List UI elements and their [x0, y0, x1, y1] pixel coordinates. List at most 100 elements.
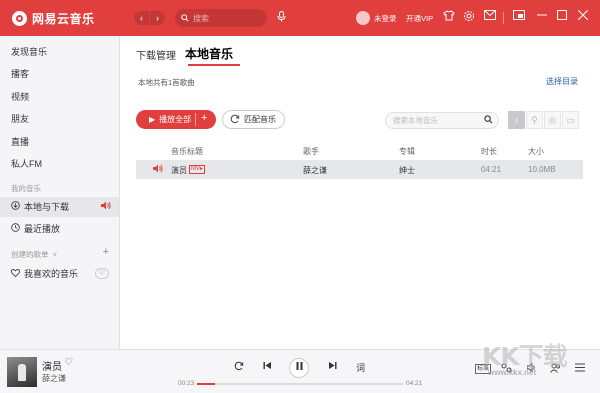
disc-icon: ◎	[548, 115, 557, 125]
sidebar-item-video[interactable]: 视频	[0, 87, 119, 107]
music-note-icon: ♪	[514, 115, 519, 125]
miniplayer-icon[interactable]	[512, 10, 526, 24]
sidebar-group-label: 创建的歌单	[11, 250, 49, 259]
app-logo[interactable]: 网易云音乐	[12, 10, 95, 27]
sidebar-item-label: 朋友	[11, 114, 30, 124]
microphone-icon[interactable]	[277, 11, 286, 25]
view-albums-button[interactable]: ◎	[544, 111, 561, 129]
app-title: 网易云音乐	[32, 12, 95, 26]
table-row[interactable]: 演员 MV▸ 薛之谦 绅士 04:21 10.0MB	[136, 160, 583, 179]
folder-icon: ▭	[566, 115, 575, 125]
chevron-down-icon[interactable]: ˅	[53, 250, 57, 259]
elapsed-time: 00:23	[178, 380, 195, 387]
next-icon[interactable]	[328, 361, 337, 373]
play-all-label: 播放全部	[159, 115, 192, 124]
maximize-icon[interactable]	[555, 10, 569, 24]
sidebar-group-my-music: 我的音乐	[11, 184, 41, 193]
speaker-icon	[153, 164, 163, 175]
sidebar-item-liked[interactable]: 我喜欢的音乐 ♡	[0, 264, 119, 284]
sidebar-item-label: 本地与下载	[24, 202, 70, 212]
search-icon[interactable]	[484, 115, 493, 126]
chevron-right-icon: ›	[156, 13, 159, 23]
chevron-left-icon: ‹	[140, 13, 143, 23]
sidebar-item-local-download[interactable]: 本地与下载	[0, 197, 119, 217]
sidebar-group-created: 创建的歌单 ˅	[11, 249, 57, 260]
like-icon[interactable]: ♡	[64, 357, 73, 368]
sidebar-item-friends[interactable]: 朋友	[0, 109, 119, 129]
play-all-divider	[195, 113, 196, 126]
song-duration: 04:21	[481, 165, 502, 174]
tab-local-music[interactable]: 本地音乐	[185, 45, 233, 62]
login-link[interactable]: 未登录	[374, 13, 397, 24]
title-bar: 网易云音乐 ‹ › 未登录 开通VIP	[0, 0, 600, 36]
progress-bar[interactable]	[197, 383, 403, 385]
search-icon	[181, 14, 189, 22]
song-album[interactable]: 绅士	[399, 165, 415, 176]
column-header-size[interactable]: 大小	[528, 146, 544, 157]
song-title: 演员	[171, 166, 187, 175]
play-all-button[interactable]: ▶ 播放全部 +	[136, 110, 216, 129]
sidebar-item-label: 视频	[11, 92, 30, 102]
sidebar-item-podcast[interactable]: 播客	[0, 64, 119, 84]
sidebar-item-fm[interactable]: 私人FM	[0, 154, 119, 174]
progress-fill	[197, 383, 216, 385]
play-icon: ▶	[149, 115, 156, 124]
refresh-icon	[230, 114, 240, 126]
create-playlist-button[interactable]: +	[103, 246, 109, 258]
add-to-queue-icon[interactable]: +	[201, 112, 207, 124]
sidebar-item-live[interactable]: 直播	[0, 132, 119, 152]
now-playing-artist[interactable]: 薛之谦	[42, 373, 66, 384]
view-artists-button[interactable]: ⚲	[526, 111, 543, 129]
loop-icon[interactable]	[234, 361, 244, 374]
heartbeat-mode-button[interactable]: ♡	[95, 268, 109, 279]
song-artist[interactable]: 薛之谦	[303, 165, 327, 176]
sidebar-item-label: 私人FM	[11, 159, 42, 169]
column-header-duration[interactable]: 时长	[481, 146, 497, 157]
view-songs-button[interactable]: ♪	[508, 111, 525, 129]
global-search[interactable]	[175, 9, 267, 27]
titlebar-divider	[503, 12, 504, 24]
vip-link[interactable]: 开通VIP	[406, 13, 433, 24]
watermark-url: www.kkx.net	[488, 368, 537, 377]
local-search[interactable]	[385, 112, 499, 129]
tab-download-manager[interactable]: 下载管理	[136, 47, 176, 62]
now-playing-title[interactable]: 演员	[42, 358, 62, 373]
netease-logo-icon	[12, 11, 27, 26]
mail-icon[interactable]	[483, 10, 497, 24]
active-tab-indicator	[188, 64, 240, 66]
previous-icon[interactable]	[263, 361, 272, 373]
cover-figure	[18, 364, 26, 381]
pause-button[interactable]	[289, 358, 309, 378]
view-folders-button[interactable]: ▭	[562, 111, 579, 129]
album-cover[interactable]	[7, 357, 37, 387]
download-icon	[11, 197, 20, 217]
sidebar-item-recent[interactable]: 最近播放	[0, 219, 119, 239]
back-button[interactable]: ‹	[134, 11, 149, 25]
local-search-input[interactable]	[393, 116, 481, 125]
choose-directory-link[interactable]: 选择目录	[546, 76, 578, 87]
playlist-icon[interactable]	[575, 363, 585, 374]
gear-icon[interactable]	[462, 10, 476, 24]
sidebar-item-label: 直播	[11, 137, 30, 147]
person-icon: ⚲	[531, 115, 538, 125]
column-header-album[interactable]: 专辑	[399, 146, 415, 157]
speaker-icon	[101, 197, 111, 217]
sidebar: 发现音乐 播客 视频 朋友 直播 私人FM 我的音乐 本地与下载 最近播放 创建…	[0, 36, 120, 349]
mv-badge[interactable]: MV▸	[189, 165, 206, 174]
total-time: 04:21	[406, 380, 423, 387]
match-music-button[interactable]: 匹配音乐	[222, 110, 285, 129]
close-icon[interactable]	[576, 9, 590, 24]
minimize-icon[interactable]	[535, 10, 549, 24]
sidebar-item-label: 播客	[11, 69, 30, 79]
column-header-title[interactable]: 音乐标题	[171, 146, 203, 157]
user-avatar[interactable]	[356, 11, 370, 25]
sidebar-item-label: 最近播放	[24, 224, 61, 234]
shirt-icon[interactable]	[442, 10, 456, 24]
global-search-input[interactable]	[193, 13, 263, 23]
lyrics-button[interactable]: 词	[356, 361, 365, 374]
local-song-count: 本地共有1首歌曲	[138, 78, 195, 87]
forward-button[interactable]: ›	[150, 11, 165, 25]
sidebar-item-label: 我喜欢的音乐	[24, 269, 79, 279]
column-header-artist[interactable]: 歌手	[303, 146, 319, 157]
sidebar-item-discover[interactable]: 发现音乐	[0, 42, 119, 62]
